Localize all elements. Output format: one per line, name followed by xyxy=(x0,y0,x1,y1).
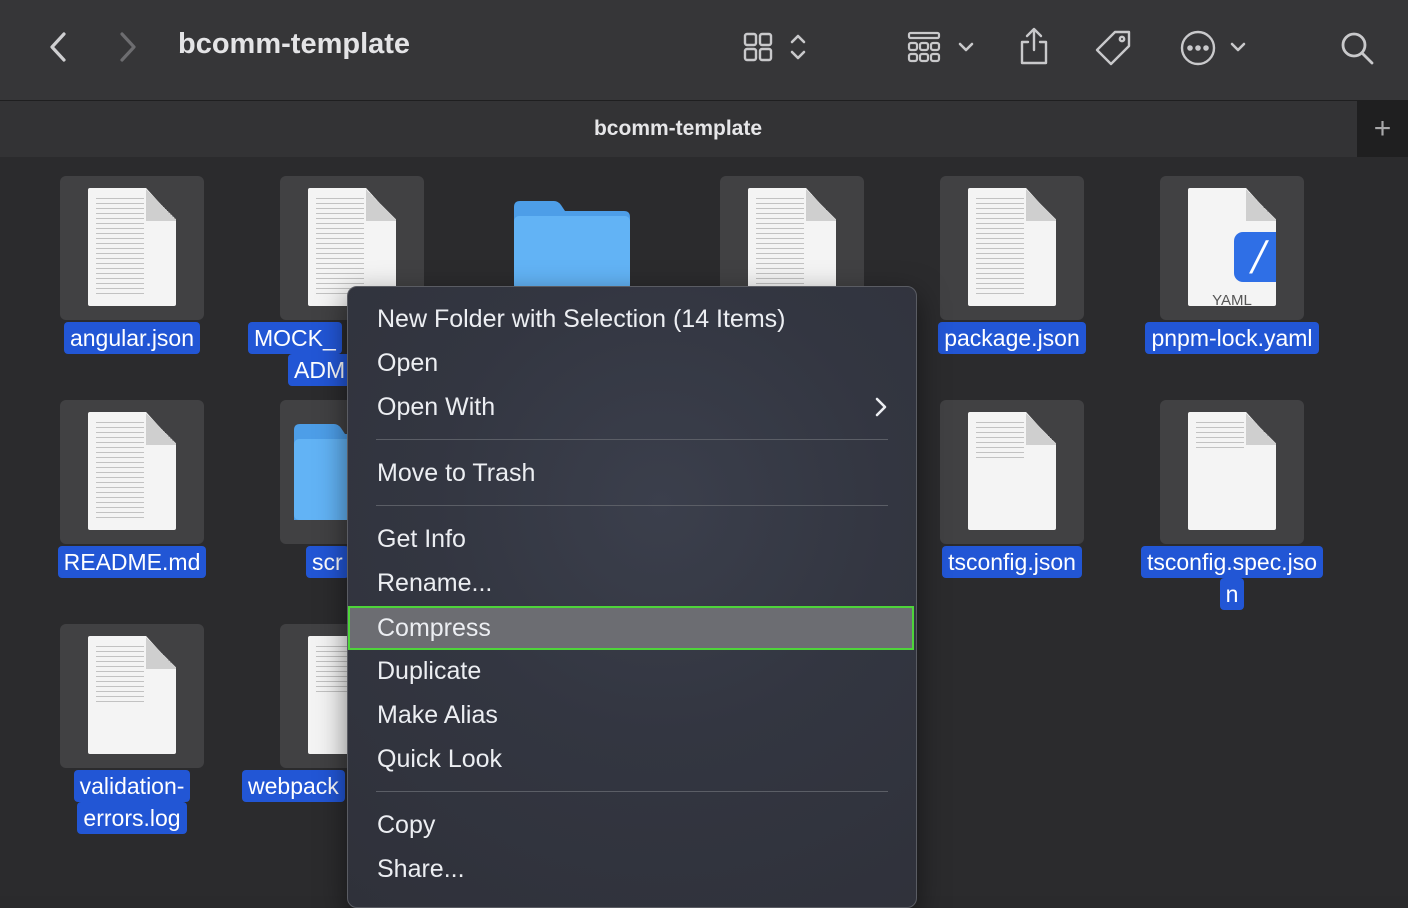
file-thumbnail: / YAML xyxy=(1160,176,1304,320)
file-item[interactable]: / YAML pnpm-lock.yaml xyxy=(1132,157,1332,377)
folder-icon xyxy=(514,201,630,289)
window-title: bcomm-template xyxy=(178,28,411,60)
menu-item-copy[interactable]: Copy xyxy=(348,803,914,847)
file-name[interactable]: validation- xyxy=(73,770,191,802)
file-thumbnail xyxy=(60,176,204,320)
menu-item-duplicate[interactable]: Duplicate xyxy=(348,649,914,693)
menu-item-make-alias[interactable]: Make Alias xyxy=(348,693,914,737)
menu-item-rename[interactable]: Rename... xyxy=(348,561,914,605)
menu-item-move-to-trash[interactable]: Move to Trash xyxy=(348,451,914,495)
file-name[interactable]: tsconfig.spec.jso xyxy=(1140,546,1324,578)
file-thumbnail xyxy=(940,176,1084,320)
menu-item-get-info[interactable]: Get Info xyxy=(348,517,914,561)
file-name[interactable]: MOCK_ xyxy=(248,322,342,354)
menu-item-quick-look[interactable]: Quick Look xyxy=(348,737,914,781)
file-thumbnail xyxy=(940,400,1084,544)
file-name[interactable]: webpack xyxy=(242,770,345,802)
icon-view-grid-icon[interactable] xyxy=(740,28,776,66)
sort-updown-icon[interactable] xyxy=(786,28,810,66)
menu-item-open[interactable]: Open xyxy=(348,341,914,385)
toolbar: bcomm-template xyxy=(0,0,1408,100)
file-thumbnail xyxy=(60,624,204,768)
tab-bar: bcomm-template + xyxy=(0,100,1408,158)
file-name[interactable]: scr xyxy=(306,546,349,578)
file-item[interactable]: tsconfig.spec.jso n xyxy=(1132,381,1332,621)
menu-item-share[interactable]: Share... xyxy=(348,847,914,891)
file-item[interactable]: angular.json xyxy=(32,157,232,377)
file-name[interactable]: pnpm-lock.yaml xyxy=(1145,322,1319,354)
tag-icon[interactable] xyxy=(1090,26,1136,70)
file-name[interactable]: tsconfig.json xyxy=(942,546,1082,578)
file-name[interactable]: README.md xyxy=(57,546,207,578)
file-item[interactable]: README.md xyxy=(32,381,232,601)
file-item[interactable]: validation- errors.log xyxy=(32,605,232,845)
file-name[interactable]: angular.json xyxy=(63,322,201,354)
forward-chevron-icon[interactable] xyxy=(110,28,146,66)
file-item[interactable]: package.json xyxy=(912,157,1112,377)
search-icon[interactable] xyxy=(1336,27,1378,69)
menu-separator xyxy=(376,791,888,792)
share-icon[interactable] xyxy=(1014,24,1054,68)
menu-item-open-with[interactable]: Open With xyxy=(348,385,914,429)
more-icon[interactable] xyxy=(1176,27,1220,69)
file-thumbnail xyxy=(60,400,204,544)
menu-separator xyxy=(376,439,888,440)
tab-current[interactable]: bcomm-template xyxy=(0,117,1356,141)
menu-item-new-folder-with-selection[interactable]: New Folder with Selection (14 Items) xyxy=(348,297,914,341)
yaml-badge: YAML xyxy=(1212,292,1252,309)
hammer-icon: / xyxy=(1234,232,1276,282)
submenu-chevron-icon xyxy=(875,397,887,417)
chevron-down-icon[interactable] xyxy=(1226,28,1250,66)
file-item[interactable]: tsconfig.json xyxy=(912,381,1112,601)
menu-separator xyxy=(376,505,888,506)
chevron-down-icon[interactable] xyxy=(954,28,978,66)
context-menu: New Folder with Selection (14 Items) Ope… xyxy=(347,286,917,908)
group-icon[interactable] xyxy=(902,28,946,66)
back-chevron-icon[interactable] xyxy=(40,28,76,66)
file-name-line2[interactable]: errors.log xyxy=(77,802,187,834)
file-name-line2[interactable]: n xyxy=(1219,578,1245,610)
file-thumbnail xyxy=(1160,400,1304,544)
new-tab-button[interactable]: + xyxy=(1357,101,1408,157)
file-name[interactable]: package.json xyxy=(938,322,1086,354)
menu-item-compress[interactable]: Compress xyxy=(348,606,914,650)
